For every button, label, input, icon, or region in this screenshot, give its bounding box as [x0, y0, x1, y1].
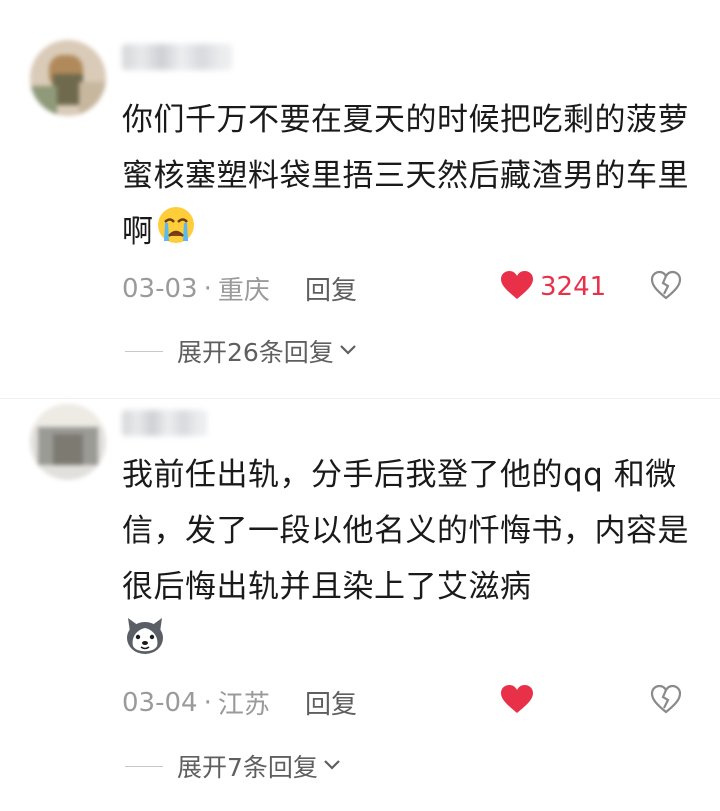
expand-replies-button[interactable]: 展开7条回复	[125, 748, 342, 784]
chevron-down-icon	[322, 757, 342, 776]
avatar[interactable]	[30, 40, 106, 116]
comment-meta: 03-04 · 江苏	[122, 684, 270, 721]
dislike-button[interactable]	[650, 684, 682, 718]
chevron-down-icon	[338, 342, 358, 361]
comment-body: 我前任出轨，分手后我登了他的qq 和微信，发了一段以他名义的忏悔书，内容是很后悔…	[122, 457, 689, 605]
expand-replies-label: 展开7条回复	[177, 753, 318, 782]
comment-date: 03-03	[122, 273, 198, 304]
reply-button[interactable]: 回复	[305, 684, 357, 721]
comment-meta: 03-03 · 重庆	[122, 270, 270, 307]
comment-location: 江苏	[217, 690, 270, 720]
divider	[0, 398, 720, 399]
avatar[interactable]	[30, 404, 106, 480]
heart-icon	[500, 684, 534, 718]
broken-heart-icon	[650, 270, 682, 304]
crying-face-icon	[156, 205, 196, 263]
comment-item: 你们千万不要在夏天的时候把吃剩的菠萝蜜核塞塑料袋里捂三天然后藏渣男的车里啊 03…	[0, 0, 720, 400]
like-button[interactable]: 3241	[500, 270, 606, 304]
expand-replies-label: 展开26条回复	[177, 338, 334, 367]
husky-dog-icon	[124, 616, 166, 674]
dislike-button[interactable]	[650, 270, 682, 304]
expand-replies-button[interactable]: 展开26条回复	[125, 333, 358, 369]
username[interactable]	[122, 44, 232, 70]
heart-icon	[500, 270, 534, 304]
comment-location: 重庆	[217, 276, 270, 306]
like-button[interactable]	[500, 684, 540, 718]
comment-text: 我前任出轨，分手后我登了他的qq 和微信，发了一段以他名义的忏悔书，内容是很后悔…	[122, 447, 697, 674]
comment-text: 你们千万不要在夏天的时候把吃剩的菠萝蜜核塞塑料袋里捂三天然后藏渣男的车里啊	[122, 92, 697, 263]
comment-body: 你们千万不要在夏天的时候把吃剩的菠萝蜜核塞塑料袋里捂三天然后藏渣男的车里啊	[122, 102, 689, 250]
reply-button[interactable]: 回复	[305, 270, 357, 307]
broken-heart-icon	[650, 684, 682, 718]
expand-line	[125, 765, 163, 767]
meta-separator: ·	[203, 687, 212, 718]
comment-item: 我前任出轨，分手后我登了他的qq 和微信，发了一段以他名义的忏悔书，内容是很后悔…	[0, 400, 720, 811]
meta-separator: ·	[203, 273, 212, 304]
comment-date: 03-04	[122, 687, 198, 718]
expand-line	[125, 350, 163, 352]
like-count: 3241	[540, 272, 607, 302]
username[interactable]	[122, 410, 207, 436]
